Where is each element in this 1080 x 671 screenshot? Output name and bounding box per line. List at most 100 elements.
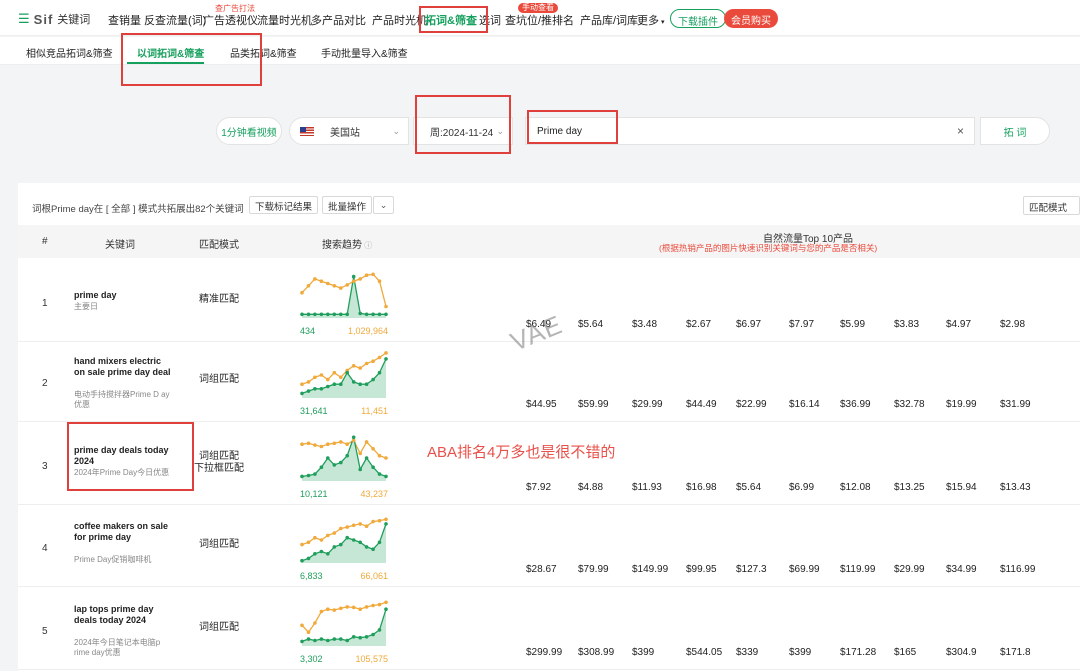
product-price[interactable]: $299.99 — [526, 647, 562, 658]
nav-item-more[interactable]: 更多 ▾ — [637, 12, 664, 28]
product-price[interactable]: $29.99 — [632, 399, 663, 410]
product-price[interactable]: $171.28 — [840, 647, 876, 658]
product-price[interactable]: $11.93 — [632, 482, 662, 493]
chevron-down-icon: ▾ — [659, 19, 665, 26]
product-price[interactable]: $116.99 — [1000, 564, 1035, 575]
rank-point — [300, 639, 304, 644]
rank-point — [306, 556, 311, 561]
product-price[interactable]: $5.64 — [578, 319, 603, 330]
menu-icon[interactable]: ☰ — [18, 11, 30, 27]
search-trend-chart[interactable]: 31,641 11,451 — [300, 348, 390, 418]
product-price[interactable]: $44.49 — [686, 399, 717, 410]
product-price[interactable]: $7.92 — [526, 482, 551, 493]
product-price[interactable]: $339 — [736, 647, 758, 658]
search-trend-chart[interactable]: 3,302 105,575 — [300, 596, 390, 666]
product-price[interactable]: $2.98 — [1000, 319, 1025, 330]
product-price[interactable]: $36.99 — [840, 399, 871, 410]
product-price[interactable]: $6.99 — [789, 482, 814, 493]
product-price[interactable]: $29.99 — [894, 564, 925, 575]
nav-item-sales[interactable]: 查销量 — [108, 12, 141, 28]
product-price[interactable]: $31.99 — [1000, 399, 1031, 410]
product-price[interactable]: $4.88 — [578, 482, 603, 493]
nav-item-traffic-timemachine[interactable]: 流量时光机 — [257, 12, 312, 28]
logo[interactable]: ☰ Sif 关键词 — [18, 11, 90, 27]
product-price[interactable]: $16.14 — [789, 399, 820, 410]
product-price[interactable]: $69.99 — [789, 564, 820, 575]
search-point — [384, 517, 388, 522]
batch-operation-button[interactable]: 批量操作 — [322, 196, 373, 214]
product-price[interactable]: $16.98 — [686, 482, 717, 493]
product-price[interactable]: $149.99 — [632, 564, 668, 575]
product-price[interactable]: $399 — [789, 647, 811, 658]
product-price[interactable]: $13.25 — [894, 482, 925, 493]
rank-point — [306, 312, 311, 317]
row-number: 3 — [42, 461, 48, 472]
search-trend-chart[interactable]: 10,121 43,237 — [300, 431, 390, 501]
match-mode-select[interactable]: 匹配模式 — [1023, 196, 1080, 215]
nav-item-multi-compare[interactable]: 多产品对比 — [311, 12, 366, 28]
search-point — [300, 442, 304, 446]
row-keyword[interactable]: lap tops prime day deals today 2024 — [74, 604, 174, 626]
product-price[interactable]: $5.99 — [840, 319, 865, 330]
row-keyword[interactable]: prime day — [74, 290, 174, 301]
download-plugin-button[interactable]: 下载插件 — [670, 9, 726, 28]
video-button[interactable]: 1分钟看视频 — [216, 117, 282, 145]
product-price[interactable]: $15.94 — [946, 482, 977, 493]
nav-item-ad-insight[interactable]: 广告透视仪 — [203, 12, 258, 28]
tab-similar-competitor[interactable]: 相似竞品拓词&筛查 — [26, 45, 113, 60]
expand-search-button[interactable]: 拓 词 — [980, 117, 1050, 145]
product-price[interactable]: $2.67 — [686, 319, 711, 330]
nav-item-reverse-traffic[interactable]: 反查流量(词) — [144, 12, 206, 28]
search-trend-chart[interactable]: 434 1,029,964 — [300, 268, 390, 338]
product-price[interactable]: $119.99 — [840, 564, 875, 575]
row-keyword[interactable]: coffee makers on sale for prime day — [74, 521, 174, 543]
product-price[interactable]: $28.67 — [526, 564, 557, 575]
product-price[interactable]: $6.97 — [736, 319, 761, 330]
clear-icon[interactable]: × — [957, 124, 964, 138]
rank-point — [300, 558, 304, 563]
product-price[interactable]: $3.48 — [632, 319, 657, 330]
row-keyword[interactable]: hand mixers electric on sale prime day d… — [74, 356, 174, 378]
search-point — [326, 377, 330, 382]
product-price[interactable]: $399 — [632, 647, 654, 658]
product-price[interactable]: $34.99 — [946, 564, 977, 575]
product-price[interactable]: $308.99 — [578, 647, 614, 658]
search-trend-chart[interactable]: 6,833 66,061 — [300, 513, 390, 583]
product-price[interactable]: $165 — [894, 647, 916, 658]
chevron-down-icon[interactable]: ⌄ — [373, 196, 394, 214]
product-price[interactable]: $4.97 — [946, 319, 971, 330]
search-point — [332, 284, 337, 288]
product-price[interactable]: $127.3 — [736, 564, 767, 575]
product-price[interactable]: $79.99 — [578, 564, 609, 575]
rank-point — [339, 382, 343, 386]
product-price[interactable]: $3.83 — [894, 319, 919, 330]
member-buy-button[interactable]: 会员购买 — [724, 9, 778, 28]
rank-point — [313, 472, 317, 476]
product-price[interactable]: $171.8 — [1000, 647, 1031, 658]
product-price[interactable]: $44.95 — [526, 399, 557, 410]
product-price[interactable]: $99.95 — [686, 564, 717, 575]
search-point — [313, 443, 317, 447]
product-price[interactable]: $12.08 — [840, 482, 871, 493]
product-price[interactable]: $22.99 — [736, 399, 767, 410]
search-point — [306, 630, 311, 634]
search-point — [313, 277, 317, 281]
product-price[interactable]: $59.99 — [578, 399, 609, 410]
nav-item-product-library[interactable]: 产品库/词库 — [580, 12, 638, 28]
search-point — [345, 605, 349, 609]
product-price[interactable]: $19.99 — [946, 399, 977, 410]
product-price[interactable]: $544.05 — [686, 647, 722, 658]
row-keyword-translation: 电动手持搅拌器Prime D ay优惠 — [74, 390, 170, 409]
tab-manual-import[interactable]: 手动批量导入&筛查 — [321, 45, 408, 60]
product-price[interactable]: $5.64 — [736, 482, 761, 493]
product-price[interactable]: $304.9 — [946, 647, 977, 658]
product-price[interactable]: $7.97 — [789, 319, 814, 330]
download-marked-button[interactable]: 下载标记结果 — [249, 196, 319, 214]
row-match-mode-2: 下拉框匹配 — [194, 463, 244, 474]
product-price[interactable]: $32.78 — [894, 399, 925, 410]
rank-point — [358, 635, 362, 640]
nav-item-rank-push[interactable]: 查坑位/推排名 — [505, 12, 574, 28]
col-trend[interactable]: 搜索趋势 ⓘ — [322, 236, 372, 251]
product-price[interactable]: $13.43 — [1000, 482, 1031, 493]
market-select[interactable]: 美国站 ⌄ — [289, 117, 409, 145]
